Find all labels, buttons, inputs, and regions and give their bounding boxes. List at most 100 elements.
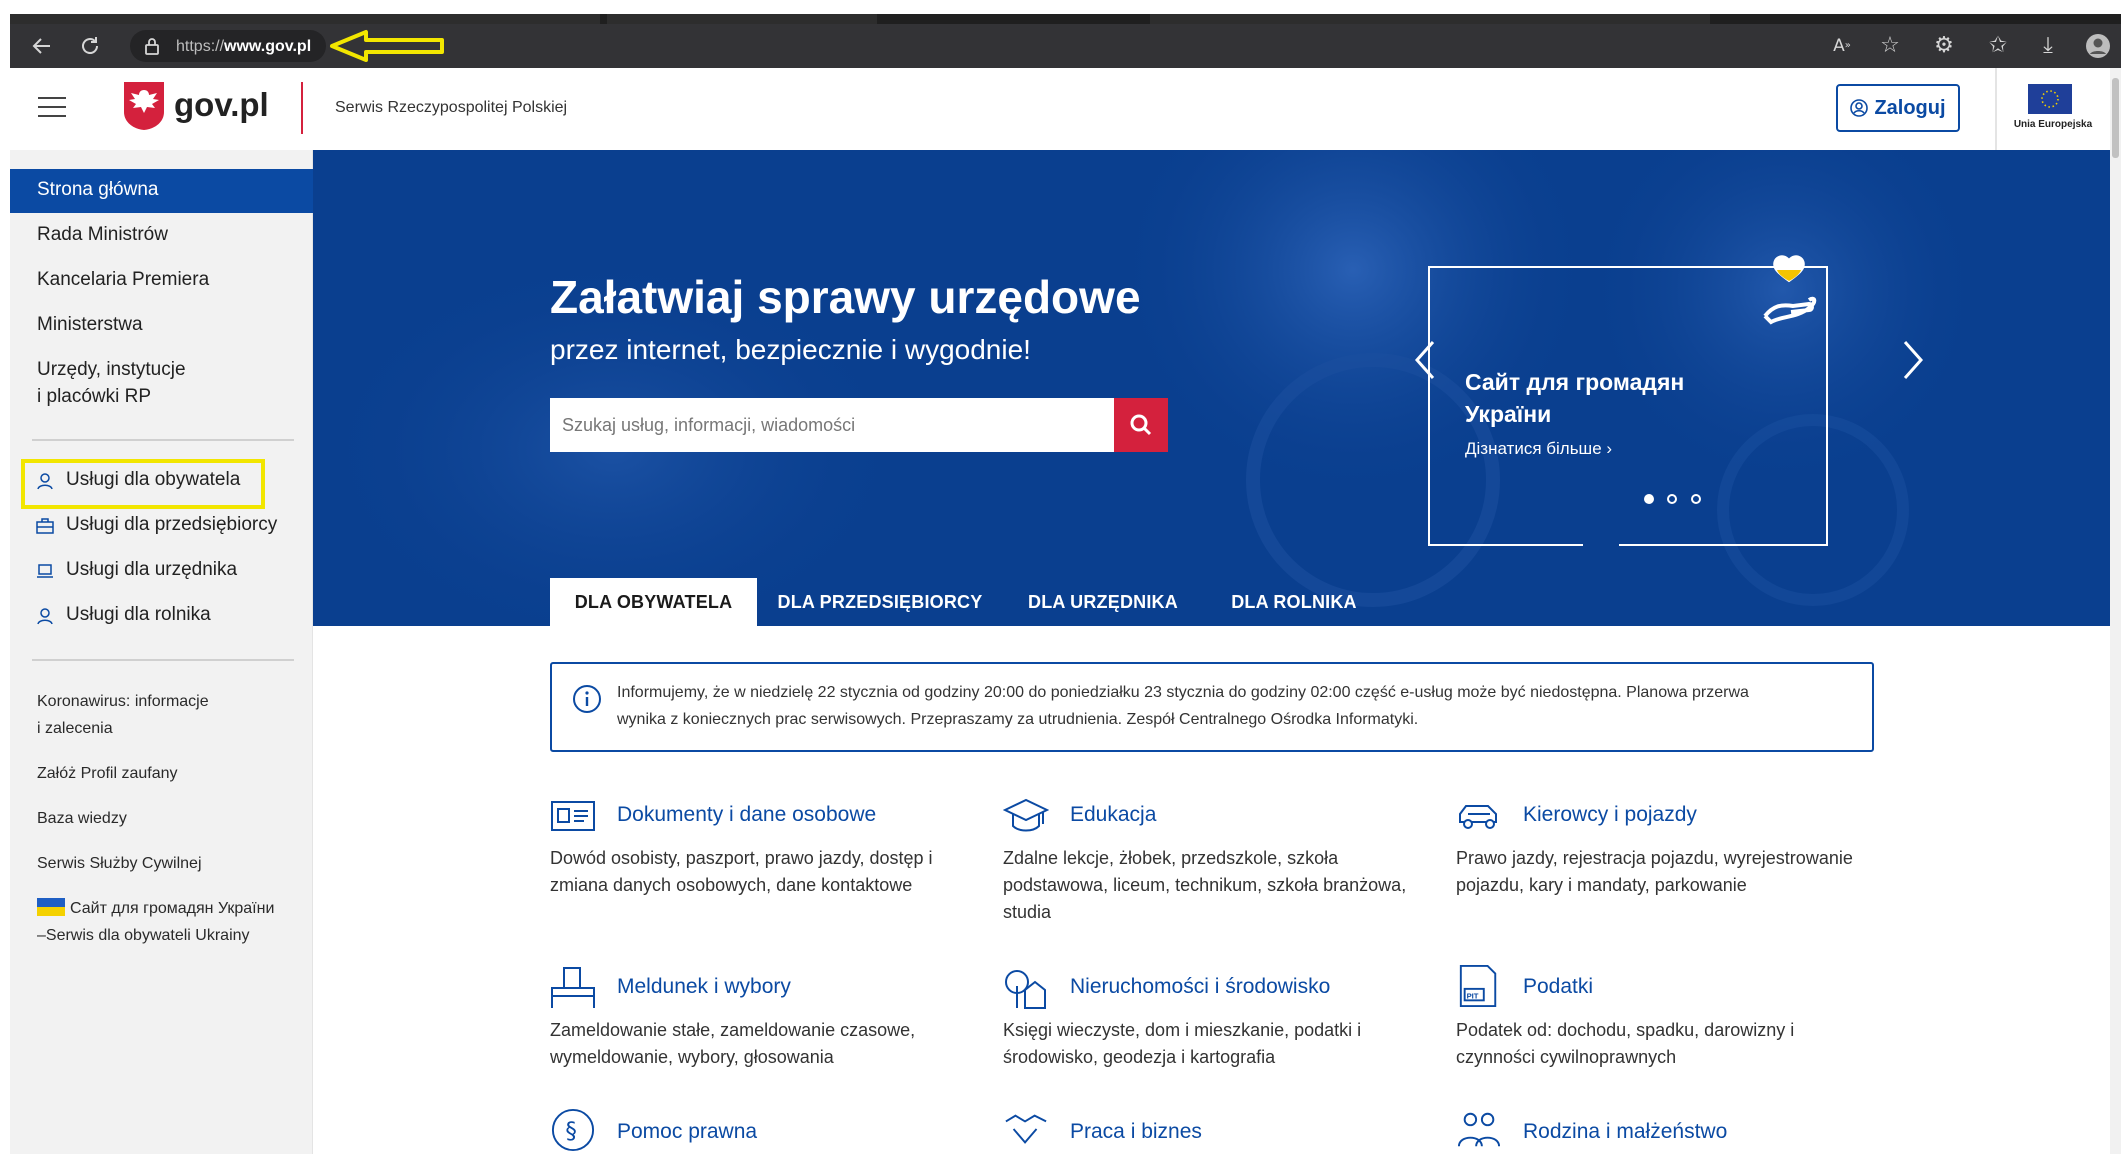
farmer-person-icon	[37, 608, 53, 625]
annotation-highlight-box	[21, 459, 265, 509]
notice-line2: wynika z koniecznych prac serwisowych. P…	[617, 711, 1419, 728]
category-desc-meldunek: Zameldowanie stałe, zameldowanie czasowe…	[550, 1020, 916, 1067]
carousel-title-line1: Сайт для громадян	[1465, 369, 1685, 395]
sidebar-item-urzedy-line2[interactable]: i placówki RP	[37, 386, 151, 408]
back-icon[interactable]	[28, 32, 56, 60]
briefcase-icon	[36, 518, 54, 534]
handshake-icon	[1005, 1114, 1047, 1144]
svg-text:PIT: PIT	[1467, 991, 1479, 1000]
browser-tab[interactable]	[10, 14, 600, 24]
brand-name[interactable]: gov.pl	[174, 86, 269, 124]
sidebar-item-profil-zaufany[interactable]: Załóż Profil zaufany	[37, 765, 178, 783]
pit-document-icon: PIT	[1459, 964, 1497, 1008]
header-divider-right	[1995, 68, 1997, 150]
category-title-pomoc-prawna[interactable]: Pomoc prawna	[617, 1120, 757, 1144]
paragraph-icon: §	[551, 1108, 595, 1152]
hero-background-photo	[313, 150, 2110, 626]
carousel-dot-active[interactable]	[1644, 494, 1654, 504]
category-desc-nieruchomosci: Księgi wieczyste, dom i mieszkanie, poda…	[1003, 1020, 1362, 1067]
login-button[interactable]: Zaloguj	[1836, 84, 1960, 132]
info-notice: Informujemy, że w niedzielę 22 stycznia …	[550, 662, 1874, 752]
search-icon	[1130, 414, 1152, 436]
header-divider	[301, 82, 303, 134]
window-top-strip	[0, 0, 2121, 14]
id-card-icon	[551, 801, 595, 831]
tree-house-icon	[1005, 970, 1046, 1009]
browser-tab[interactable]	[1150, 14, 1710, 24]
reload-icon[interactable]	[76, 32, 104, 60]
sidebar-item-sluzba-cywilna[interactable]: Serwis Służby Cywilnej	[37, 855, 202, 873]
category-title-podatki[interactable]: Podatki	[1523, 975, 1593, 999]
read-aloud-icon[interactable]: A»	[1828, 32, 1856, 60]
tab-dla-urzednika[interactable]: DLA URZĘDNIKA	[1015, 578, 1191, 626]
tab-dla-obywatela[interactable]: DLA OBYWATELA	[550, 578, 757, 626]
menu-icon[interactable]	[38, 97, 66, 119]
graduation-cap-icon	[1003, 798, 1049, 832]
sidebar-item-ukraina-line1[interactable]: Сайт для громадян України	[70, 900, 274, 918]
sidebar-item-kancelaria-premiera[interactable]: Kancelaria Premiera	[37, 269, 209, 291]
sidebar-item-uslugi-rolnika[interactable]: Usługi dla rolnika	[66, 604, 211, 626]
hero-title: Załatwiaj sprawy urzędowe	[550, 271, 1141, 323]
sidebar: Strona główna Rada Ministrów Kancelaria …	[10, 150, 313, 1154]
category-desc-podatki: Podatek od: dochodu, spadku, darowizny i…	[1456, 1020, 1795, 1067]
user-circle-icon	[1850, 99, 1869, 117]
svg-text:§: §	[565, 1119, 576, 1145]
category-title-meldunek[interactable]: Meldunek i wybory	[617, 975, 791, 999]
download-icon[interactable]: ⤓	[2034, 32, 2062, 60]
login-label: Zaloguj	[1874, 96, 1946, 119]
category-title-praca[interactable]: Praca i biznes	[1070, 1120, 1202, 1144]
profile-icon[interactable]	[2084, 32, 2112, 60]
category-title-dokumenty[interactable]: Dokumenty i dane osobowe	[617, 803, 876, 827]
browser-tab[interactable]	[607, 14, 877, 24]
page-scrollbar[interactable]	[2110, 68, 2121, 1154]
carousel-dots-bg	[1583, 542, 1619, 554]
sidebar-divider	[32, 659, 294, 661]
url-text[interactable]: https://www.gov.pl	[176, 38, 311, 56]
carousel-dot[interactable]	[1667, 494, 1677, 504]
site-subtitle: Serwis Rzeczypospolitej Polskiej	[335, 99, 568, 116]
sidebar-item-koronawirus-line2[interactable]: i zalecenia	[37, 720, 113, 738]
carousel-dot[interactable]	[1691, 494, 1701, 504]
extensions-icon[interactable]: ⚙	[1930, 32, 1958, 60]
hero-banner: Załatwiaj sprawy urzędowe przez internet…	[313, 150, 2110, 626]
ukraine-flag-icon	[37, 898, 65, 916]
tab-dla-przedsiebiorcy[interactable]: DLA PRZEDSIĘBIORCY	[772, 578, 988, 626]
laptop-icon	[37, 564, 53, 578]
eu-label: Unia Europejska	[2013, 119, 2093, 130]
sidebar-item-baza-wiedzy[interactable]: Baza wiedzy	[37, 810, 127, 828]
polish-eagle-logo-icon[interactable]	[122, 80, 166, 132]
annotation-arrow-url	[330, 30, 444, 62]
tab-strip	[10, 14, 2121, 24]
info-icon	[573, 685, 601, 713]
hero-search-input[interactable]: Szukaj usług, informacji, wiadomości	[550, 398, 1114, 452]
category-title-kierowcy[interactable]: Kierowcy i pojazdy	[1523, 803, 1697, 827]
carousel-prev-icon[interactable]	[1413, 338, 1437, 382]
carousel-next-icon[interactable]	[1901, 338, 1925, 382]
hero-search-placeholder: Szukaj usług, informacji, wiadomości	[562, 414, 856, 435]
heart-hand-icon	[1763, 255, 1817, 325]
sidebar-item-koronawirus-line1[interactable]: Koronawirus: informacje	[37, 693, 209, 711]
favorite-add-icon[interactable]: ☆	[1876, 32, 1904, 60]
category-title-rodzina[interactable]: Rodzina i małżeństwo	[1523, 1120, 1727, 1144]
address-bar: https://www.gov.pl A» ☆ ⚙ ✩ ⤓	[10, 24, 2121, 68]
category-title-nieruchomosci[interactable]: Nieruchomości i środowisko	[1070, 975, 1330, 999]
carousel-title-line2: України	[1465, 401, 1552, 427]
sidebar-item-uslugi-urzednika[interactable]: Usługi dla urzędnika	[66, 559, 237, 581]
notice-line1: Informujemy, że w niedzielę 22 stycznia …	[617, 684, 1749, 701]
carousel-link[interactable]: Дізнатися більше ›	[1465, 439, 1612, 459]
hero-search-button[interactable]	[1114, 398, 1168, 452]
sidebar-item-urzedy-line1[interactable]: Urzędy, instytucje	[37, 359, 186, 381]
eu-flag-icon	[2028, 84, 2072, 114]
sidebar-item-ukraina-line2[interactable]: –Serwis dla obywateli Ukrainy	[37, 927, 250, 945]
sidebar-item-uslugi-przedsiebiorcy[interactable]: Usługi dla przedsiębiorcy	[66, 514, 277, 536]
sidebar-item-strona-glowna[interactable]: Strona główna	[37, 179, 158, 201]
lock-icon[interactable]	[138, 32, 166, 60]
category-title-edukacja[interactable]: Edukacja	[1070, 803, 1156, 827]
tab-dla-rolnika[interactable]: DLA ROLNIKA	[1218, 578, 1370, 626]
sidebar-item-rada-ministrow[interactable]: Rada Ministrów	[37, 224, 168, 246]
url-prefix: https://	[176, 38, 225, 55]
favorites-icon[interactable]: ✩	[1984, 32, 2012, 60]
sidebar-item-ministerstwa[interactable]: Ministerstwa	[37, 314, 143, 336]
site-header: gov.pl Serwis Rzeczypospolitej Polskiej …	[10, 68, 2110, 150]
scrollbar-thumb[interactable]	[2112, 78, 2119, 158]
